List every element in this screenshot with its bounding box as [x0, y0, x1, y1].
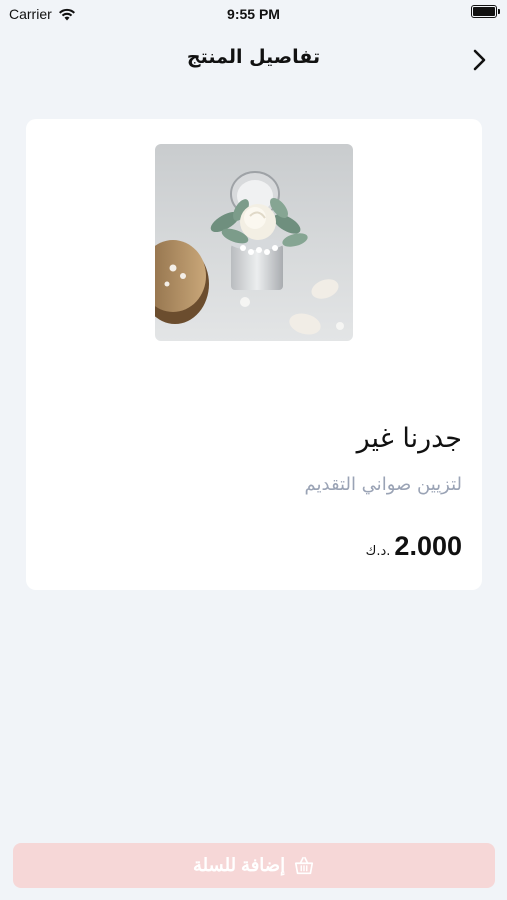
product-name: جدرنا غير: [356, 423, 462, 454]
price-value: 2.000: [394, 531, 462, 561]
product-photo: [155, 144, 353, 341]
basket-icon: [295, 856, 314, 874]
chevron-right-icon: [473, 49, 486, 71]
status-bar: Carrier 9:55 PM: [0, 0, 507, 28]
navigation-bar: تفاصيل المنتج: [0, 36, 507, 84]
price-currency: د.ك.: [365, 544, 391, 559]
add-to-cart-button[interactable]: إضافة للسلة: [13, 843, 495, 888]
price-row: د.ك. 2.000: [366, 531, 462, 562]
status-time: 9:55 PM: [227, 6, 280, 22]
product-image: [155, 144, 353, 341]
add-to-cart-label: إضافة للسلة: [192, 855, 286, 875]
status-right: [471, 5, 500, 18]
battery-icon: [471, 5, 500, 18]
page-title: تفاصيل المنتج: [186, 46, 321, 68]
product-card: جدرنا غير لتزيين صواني التقديم د.ك. 2.00…: [26, 119, 482, 590]
product-description: لتزيين صواني التقديم: [304, 474, 463, 495]
back-button[interactable]: [465, 46, 493, 74]
